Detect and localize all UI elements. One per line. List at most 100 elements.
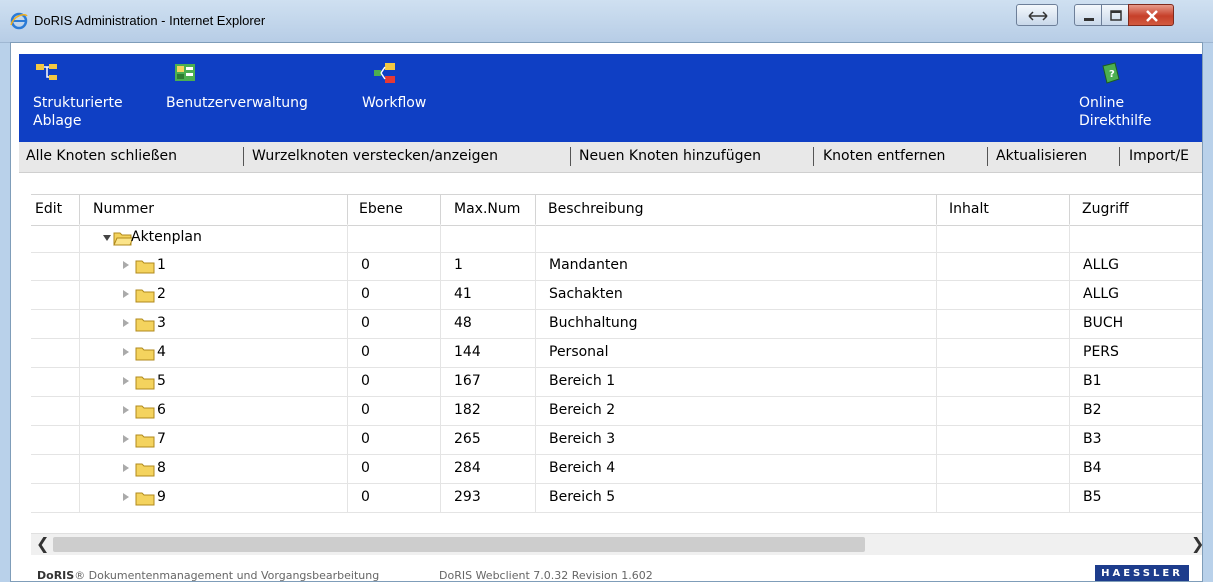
cell-beschreibung: Bereich 2: [549, 402, 616, 418]
cell-ebene: 0: [361, 460, 370, 476]
internet-explorer-icon: [10, 12, 28, 30]
separator: [243, 147, 244, 166]
cell-nummer[interactable]: 7: [157, 431, 166, 447]
action-aktualisieren[interactable]: Aktualisieren: [996, 148, 1087, 164]
collapse-arrow-icon[interactable]: [103, 235, 111, 241]
cell-nummer[interactable]: 9: [157, 489, 166, 505]
table-row[interactable]: 3 0 48 Buchhaltung BUCH: [31, 310, 1202, 339]
table-row[interactable]: 9 0 293 Bereich 5 B5: [31, 484, 1202, 513]
column-header-zugriff[interactable]: Zugriff: [1082, 201, 1129, 217]
cell-ebene: 0: [361, 373, 370, 389]
expand-arrow-icon[interactable]: [123, 348, 129, 356]
nav-label: Ablage: [33, 113, 82, 129]
switch-view-button[interactable]: [1016, 4, 1058, 26]
cell-nummer[interactable]: 6: [157, 402, 166, 418]
minimize-icon: [1084, 18, 1094, 21]
cell-nummer[interactable]: 3: [157, 315, 166, 331]
cell-beschreibung: Bereich 3: [549, 431, 616, 447]
help-book-icon: ?: [1102, 62, 1120, 84]
table-row[interactable]: 8 0 284 Bereich 4 B4: [31, 455, 1202, 484]
cell-beschreibung: Bereich 1: [549, 373, 616, 389]
folder-icon: [135, 492, 155, 506]
cell-ebene: 0: [361, 344, 370, 360]
table-row[interactable]: 4 0 144 Personal PERS: [31, 339, 1202, 368]
nav-label: Workflow: [362, 95, 427, 111]
table-row[interactable]: 5 0 167 Bereich 1 B1: [31, 368, 1202, 397]
cell-maxnum: 41: [454, 286, 472, 302]
expand-arrow-icon[interactable]: [123, 406, 129, 414]
close-icon: [1146, 10, 1158, 22]
scrollbar-thumb[interactable]: [53, 537, 865, 552]
cell-nummer[interactable]: 4: [157, 344, 166, 360]
tree-node-label[interactable]: Aktenplan: [131, 229, 202, 245]
cell-beschreibung: Sachakten: [549, 286, 623, 302]
cell-maxnum: 1: [454, 257, 463, 273]
separator: [813, 147, 814, 166]
separator: [987, 147, 988, 166]
separator: [1119, 147, 1120, 166]
table-row[interactable]: 7 0 265 Bereich 3 B3: [31, 426, 1202, 455]
cell-zugriff: BUCH: [1083, 315, 1124, 331]
expand-arrow-icon[interactable]: [123, 493, 129, 501]
expand-arrow-icon[interactable]: [123, 261, 129, 269]
cell-nummer[interactable]: 2: [157, 286, 166, 302]
minimize-button[interactable]: [1074, 4, 1102, 26]
expand-arrow-icon[interactable]: [123, 290, 129, 298]
cell-nummer[interactable]: 5: [157, 373, 166, 389]
scroll-right-icon[interactable]: ❯: [1191, 536, 1202, 552]
cell-zugriff: B2: [1083, 402, 1102, 418]
table-row[interactable]: 6 0 182 Bereich 2 B2: [31, 397, 1202, 426]
column-header-inhalt[interactable]: Inhalt: [949, 201, 989, 217]
cell-maxnum: 167: [454, 373, 481, 389]
folder-icon: [135, 463, 155, 477]
cell-beschreibung: Mandanten: [549, 257, 628, 273]
scroll-left-icon[interactable]: ❮: [36, 536, 49, 552]
window-titlebar: DoRIS Administration - Internet Explorer: [0, 0, 1213, 43]
cell-ebene: 0: [361, 431, 370, 447]
column-header-ebene[interactable]: Ebene: [359, 201, 403, 217]
cell-zugriff: B4: [1083, 460, 1102, 476]
footer-tagline: ® Dokumentenmanagement und Vorgangsbearb…: [74, 569, 380, 582]
cell-maxnum: 48: [454, 315, 472, 331]
cell-ebene: 0: [361, 402, 370, 418]
nav-label: Benutzerverwaltung: [166, 95, 308, 111]
folder-icon: [135, 347, 155, 361]
column-header-nummer[interactable]: Nummer: [93, 201, 154, 217]
nav-label: Strukturierte: [33, 95, 123, 111]
folder-icon: [135, 318, 155, 332]
cell-maxnum: 182: [454, 402, 481, 418]
status-footer: DoRIS® Dokumentenmanagement und Vorgangs…: [11, 563, 1202, 582]
table-row[interactable]: 2 0 41 Sachakten ALLG: [31, 281, 1202, 310]
main-navigation: Strukturierte Ablage Benutzerverwaltung: [19, 54, 1202, 142]
expand-arrow-icon[interactable]: [123, 377, 129, 385]
cell-nummer[interactable]: 8: [157, 460, 166, 476]
folder-icon: [135, 405, 155, 419]
action-import-export[interactable]: Import/E: [1129, 148, 1189, 164]
action-wurzelknoten-toggle[interactable]: Wurzelknoten verstecken/anzeigen: [252, 148, 498, 164]
action-neuen-knoten-hinzufuegen[interactable]: Neuen Knoten hinzufügen: [579, 148, 761, 164]
close-button[interactable]: [1128, 4, 1174, 26]
separator: [570, 147, 571, 166]
column-header-edit[interactable]: Edit: [35, 201, 62, 217]
cell-ebene: 0: [361, 315, 370, 331]
cell-maxnum: 293: [454, 489, 481, 505]
folder-icon: [135, 289, 155, 303]
cell-maxnum: 144: [454, 344, 481, 360]
cell-nummer[interactable]: 1: [157, 257, 166, 273]
cell-ebene: 0: [361, 489, 370, 505]
expand-arrow-icon[interactable]: [123, 464, 129, 472]
column-header-maxnum[interactable]: Max.Num: [454, 201, 520, 217]
browser-content: Strukturierte Ablage Benutzerverwaltung: [10, 42, 1203, 582]
action-knoten-entfernen[interactable]: Knoten entfernen: [823, 148, 945, 164]
column-header-beschreibung[interactable]: Beschreibung: [548, 201, 644, 217]
action-alle-knoten-schliessen[interactable]: Alle Knoten schließen: [26, 148, 177, 164]
window-title: DoRIS Administration - Internet Explorer: [34, 13, 266, 28]
expand-arrow-icon[interactable]: [123, 435, 129, 443]
maximize-button[interactable]: [1101, 4, 1129, 26]
table-row[interactable]: Aktenplan: [31, 224, 1202, 253]
table-row[interactable]: 1 0 1 Mandanten ALLG: [31, 252, 1202, 281]
folder-icon: [135, 260, 155, 274]
footer-version: DoRIS Webclient 7.0.32 Revision 1.602: [439, 569, 653, 582]
horizontal-scrollbar[interactable]: ❮ ❯: [31, 533, 1202, 555]
expand-arrow-icon[interactable]: [123, 319, 129, 327]
